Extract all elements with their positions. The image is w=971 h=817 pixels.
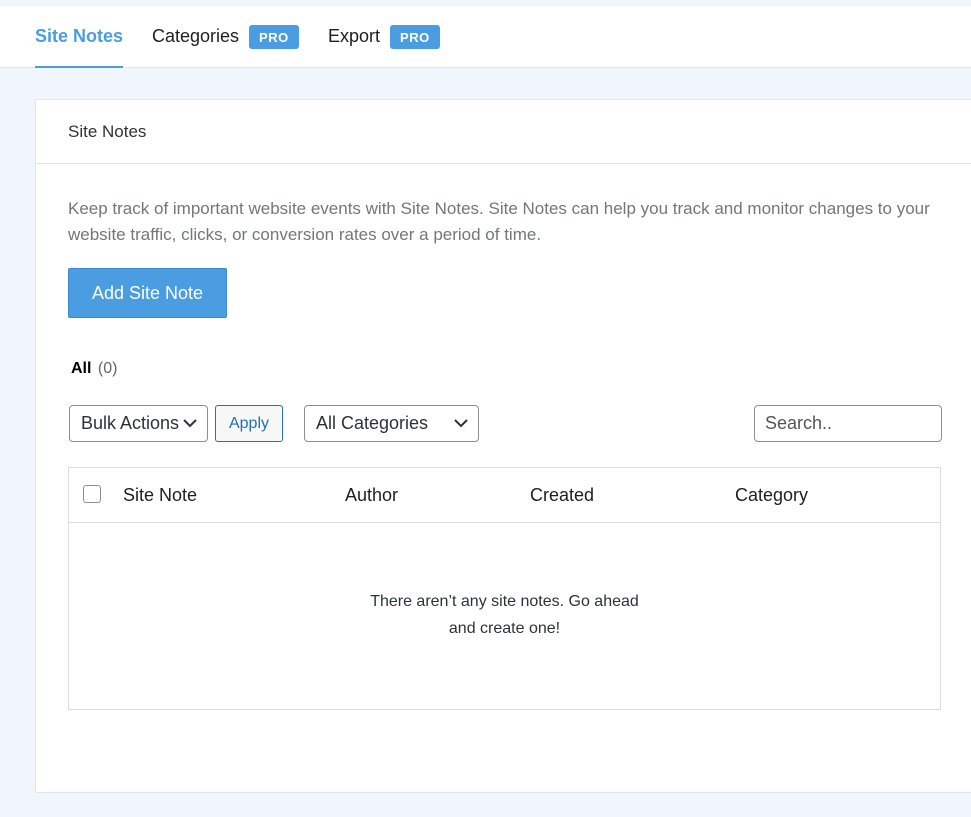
pro-badge: PRO: [249, 24, 299, 49]
panel-description: Keep track of important website events w…: [68, 199, 930, 244]
tab-bar: Site Notes Categories PRO Export PRO: [0, 6, 971, 68]
bulk-actions-select[interactable]: Bulk Actions: [69, 405, 208, 442]
empty-line-1: There aren’t any site notes. Go ahead: [370, 593, 639, 610]
pro-badge: PRO: [390, 24, 440, 49]
site-notes-panel: Site Notes Keep track of important websi…: [35, 99, 971, 793]
filter-count: (0): [97, 360, 118, 377]
empty-state-message: There aren’t any site notes. Go ahead an…: [69, 588, 940, 642]
search-input[interactable]: [754, 405, 942, 442]
bulk-actions-value: Bulk Actions: [81, 413, 180, 433]
add-site-note-button[interactable]: Add Site Note: [68, 268, 227, 318]
site-notes-table: Site Note Author Created Category There …: [68, 467, 941, 710]
apply-button[interactable]: Apply: [215, 405, 283, 442]
panel-divider: [36, 163, 971, 164]
tab-categories[interactable]: Categories PRO: [152, 6, 299, 67]
categories-select[interactable]: All Categories: [304, 405, 479, 442]
chevron-down-icon: [454, 419, 468, 428]
tab-label: Export: [328, 26, 381, 46]
panel-title: Site Notes: [68, 122, 147, 141]
tab-export[interactable]: Export PRO: [328, 6, 440, 67]
column-created[interactable]: Created: [530, 485, 594, 506]
column-site-note[interactable]: Site Note: [123, 485, 197, 506]
filter-all[interactable]: All (0): [71, 360, 117, 378]
empty-line-2: and create one!: [448, 620, 561, 637]
tab-label: Categories: [152, 26, 240, 46]
tab-label: Site Notes: [35, 26, 124, 46]
table-header: Site Note Author Created Category: [69, 468, 940, 523]
select-all-checkbox[interactable]: [83, 485, 101, 503]
chevron-down-icon: [183, 419, 197, 428]
tab-site-notes[interactable]: Site Notes: [35, 6, 124, 68]
categories-value: All Categories: [316, 413, 429, 433]
column-category[interactable]: Category: [735, 485, 808, 506]
filter-label: All: [71, 360, 92, 377]
column-author[interactable]: Author: [345, 485, 398, 506]
